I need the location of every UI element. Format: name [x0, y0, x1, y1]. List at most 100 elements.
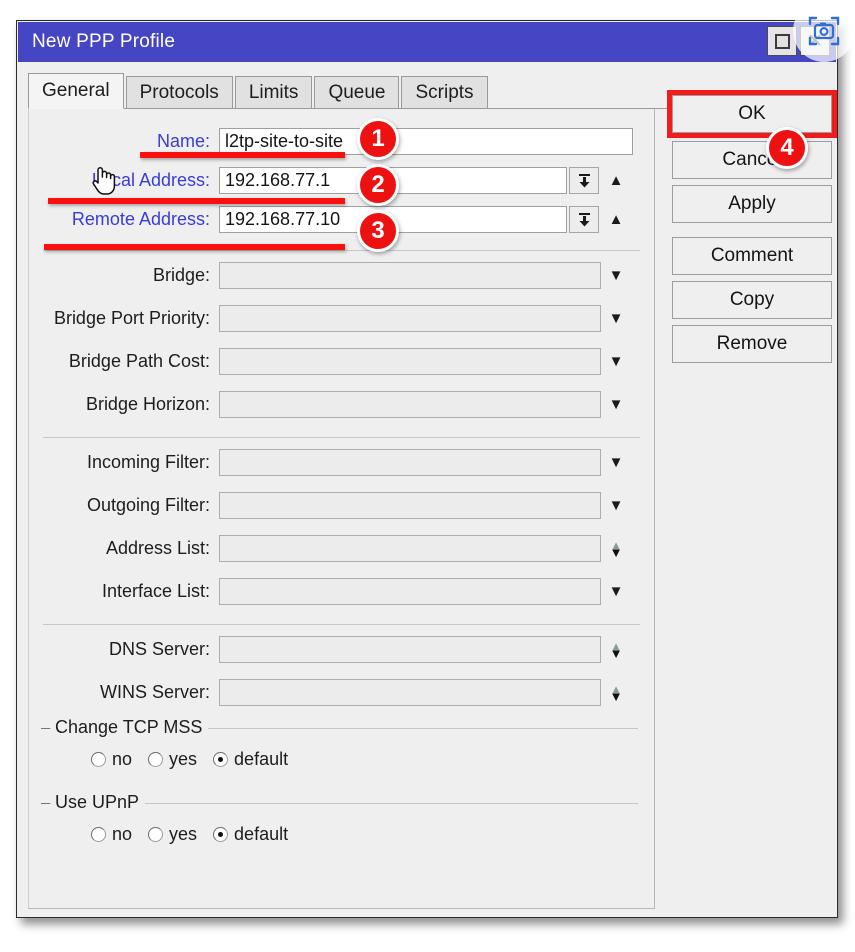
outgoing-filter-field[interactable]	[219, 492, 601, 519]
underline-local-address-label	[48, 198, 345, 204]
bridge-port-priority-label: Bridge Port Priority:	[53, 308, 210, 328]
dns-server-field[interactable]	[219, 636, 601, 663]
local-address-label: Local Address:	[91, 170, 210, 190]
incoming-filter-field[interactable]	[219, 449, 601, 476]
ok-button[interactable]: OK	[672, 95, 832, 133]
address-list-field[interactable]	[219, 535, 601, 562]
chevron-down-icon: ▼	[609, 544, 623, 560]
bridge-path-cost-field[interactable]	[219, 348, 601, 375]
dns-server-stepper[interactable]: ▲ ▼	[601, 640, 631, 661]
interface-list-chevron-down-icon[interactable]: ▼	[601, 584, 631, 599]
divider-2	[43, 437, 640, 438]
chevron-down-icon: ▼	[609, 645, 623, 661]
radio-upnp-yes[interactable]: yes	[148, 824, 197, 845]
radio-label: yes	[169, 824, 198, 844]
bridge-path-cost-chevron-down-icon[interactable]: ▼	[601, 354, 631, 369]
ok-button-wrapper: OK	[667, 90, 837, 138]
radio-indicator	[148, 752, 164, 767]
wins-server-field[interactable]	[219, 679, 601, 706]
incoming-filter-chevron-down-icon[interactable]: ▼	[601, 455, 631, 470]
tab-queue[interactable]: Queue	[314, 76, 400, 108]
remote-address-dropdown-button[interactable]	[569, 206, 599, 233]
bridge-field[interactable]	[219, 262, 601, 289]
interface-list-label: Interface List:	[101, 581, 210, 601]
address-list-stepper[interactable]: ▲ ▼	[601, 539, 631, 560]
radio-label: no	[112, 749, 133, 769]
bridge-horizon-field[interactable]	[219, 391, 601, 418]
screenshot-root: New PPP Profile ✕ General Protocols Limi…	[0, 0, 855, 952]
row-wins-server: WINS Server: ▲ ▼	[29, 678, 654, 707]
radio-indicator-selected	[213, 752, 229, 767]
screenshot-watermark	[793, 0, 855, 62]
apply-button[interactable]: Apply	[672, 185, 832, 223]
row-address-list: Address List: ▲ ▼	[29, 534, 654, 563]
interface-list-field[interactable]	[219, 578, 601, 605]
row-bridge: Bridge: ▼	[29, 261, 654, 290]
title-bar: New PPP Profile ✕	[18, 22, 836, 62]
radio-indicator	[91, 827, 106, 842]
group-dash	[41, 803, 50, 804]
radiogroup-use-upnp: no yes default	[91, 824, 654, 845]
row-local-address: Local Address: 192.168.77.1 ▲	[29, 166, 654, 195]
radio-tcpmss-no[interactable]: no	[91, 749, 132, 770]
group-use-upnp: Use UPnP	[41, 792, 642, 814]
radio-tcpmss-default[interactable]: default	[213, 749, 288, 770]
row-interface-list: Interface List: ▼	[29, 577, 654, 606]
radiogroup-change-tcp-mss: no yes default	[91, 749, 654, 770]
wins-server-stepper[interactable]: ▲ ▼	[601, 683, 631, 703]
tab-scripts[interactable]: Scripts	[401, 76, 488, 108]
camera-capture-icon	[808, 16, 840, 46]
divider-3	[43, 624, 640, 625]
group-dash	[41, 728, 50, 729]
wins-server-label: WINS Server:	[99, 682, 210, 702]
group-title-change-tcp-mss: Change TCP MSS	[51, 717, 209, 738]
general-tab-panel: Name: l2tp-site-to-site Local Address: 1…	[28, 109, 655, 909]
down-arrow-bar-icon	[578, 212, 590, 226]
local-address-expander[interactable]: ▲	[599, 172, 633, 189]
dialog-button-panel: OK Cancel Apply Comment Copy Remove	[667, 90, 837, 369]
row-incoming-filter: Incoming Filter: ▼	[29, 448, 654, 477]
tab-limits[interactable]: Limits	[234, 76, 313, 108]
radio-label: no	[112, 824, 133, 844]
cancel-button[interactable]: Cancel	[672, 141, 832, 179]
mouse-cursor-hand-icon	[92, 167, 116, 195]
radio-label: default	[234, 824, 289, 844]
bridge-horizon-chevron-down-icon[interactable]: ▼	[601, 397, 631, 412]
copy-button[interactable]: Copy	[672, 281, 832, 319]
remove-button[interactable]: Remove	[672, 325, 832, 363]
radio-upnp-no[interactable]: no	[91, 824, 132, 845]
radio-indicator	[91, 752, 106, 767]
bridge-chevron-down-icon[interactable]: ▼	[601, 268, 631, 283]
radio-label: yes	[169, 749, 198, 769]
bridge-path-cost-label: Bridge Path Cost:	[68, 351, 210, 371]
tab-general[interactable]: General	[28, 73, 124, 109]
row-bridge-horizon: Bridge Horizon: ▼	[29, 390, 654, 419]
row-bridge-path-cost: Bridge Path Cost: ▼	[29, 347, 654, 376]
group-title-use-upnp: Use UPnP	[51, 792, 146, 813]
tab-protocols[interactable]: Protocols	[125, 76, 233, 108]
name-field[interactable]: l2tp-site-to-site	[219, 128, 633, 155]
radio-tcpmss-yes[interactable]: yes	[148, 749, 197, 770]
dns-server-label: DNS Server:	[108, 639, 210, 659]
incoming-filter-label: Incoming Filter:	[86, 452, 210, 472]
annotation-badge-2: 2	[357, 164, 399, 206]
remote-address-expander[interactable]: ▲	[599, 211, 633, 228]
underline-remote-address-label	[44, 244, 345, 250]
bridge-label: Bridge:	[152, 265, 210, 285]
comment-button[interactable]: Comment	[672, 237, 832, 275]
group-change-tcp-mss: Change TCP MSS	[41, 717, 642, 739]
annotation-badge-4: 4	[766, 127, 808, 169]
radio-label: default	[234, 749, 289, 769]
local-address-dropdown-button[interactable]	[569, 167, 599, 194]
divider-1	[43, 250, 640, 251]
underline-name-label	[140, 152, 345, 158]
radio-indicator-selected	[213, 827, 229, 842]
outgoing-filter-label: Outgoing Filter:	[86, 495, 210, 515]
radio-upnp-default[interactable]: default	[213, 824, 288, 845]
outgoing-filter-chevron-down-icon[interactable]: ▼	[601, 498, 631, 513]
annotation-badge-3: 3	[357, 210, 399, 252]
bridge-port-priority-chevron-down-icon[interactable]: ▼	[601, 311, 631, 326]
bridge-port-priority-field[interactable]	[219, 305, 601, 332]
window-title: New PPP Profile	[32, 31, 176, 52]
bridge-horizon-label: Bridge Horizon:	[85, 394, 210, 414]
